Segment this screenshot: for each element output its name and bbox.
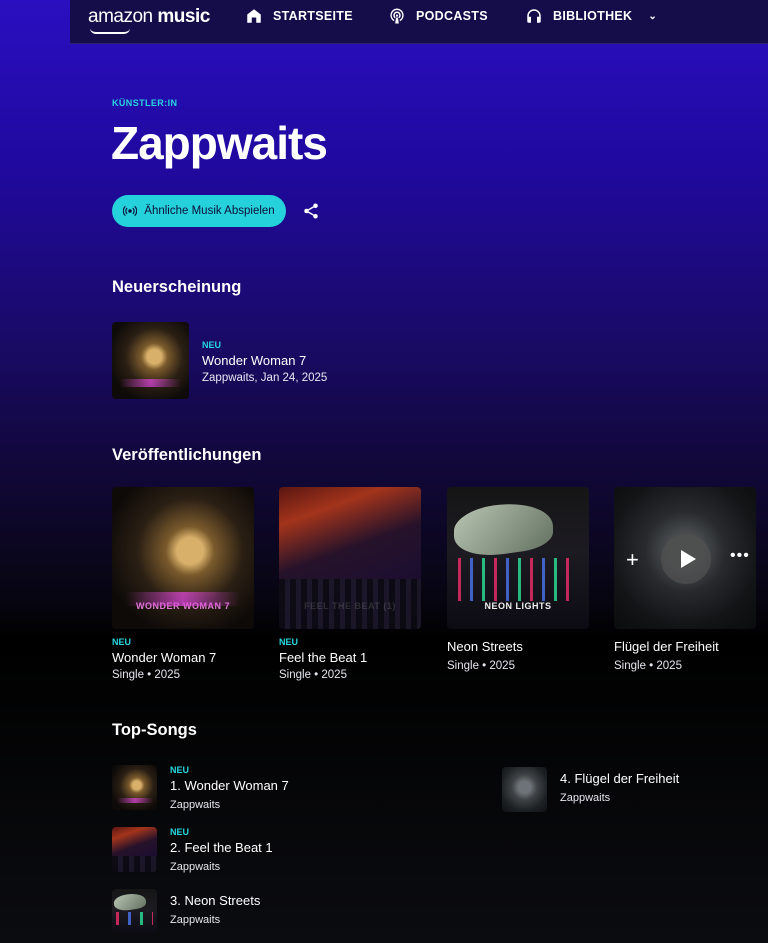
release-cover[interactable]: NEON LIGHTS xyxy=(447,487,589,629)
release-subtitle: Single • 2025 xyxy=(279,669,347,681)
new-release-title[interactable]: Wonder Woman 7 xyxy=(202,353,306,368)
song-artist[interactable]: Zappwaits xyxy=(170,799,220,811)
song-cover[interactable] xyxy=(502,767,547,812)
song-artist[interactable]: Zappwaits xyxy=(170,861,220,873)
nav-library[interactable]: BIBLIOTHEK ⌄ xyxy=(525,0,657,32)
artist-eyebrow: KÜNSTLER:IN xyxy=(112,98,178,108)
new-badge: NEU xyxy=(202,340,222,350)
release-subtitle: Single • 2025 xyxy=(614,660,682,672)
release-cover[interactable]: WONDER WOMAN 7 xyxy=(112,487,254,629)
nav-podcasts-label: PODCASTS xyxy=(416,9,488,23)
song-artist[interactable]: Zappwaits xyxy=(560,792,610,804)
release-cover[interactable]: FEEL THE BEAT (1) xyxy=(279,487,421,629)
new-badge: NEU xyxy=(170,765,190,775)
share-icon[interactable] xyxy=(302,202,320,220)
release-title[interactable]: Flügel der Freiheit xyxy=(614,639,719,654)
logo-product: music xyxy=(157,6,210,27)
song-title[interactable]: 4. Flügel der Freiheit xyxy=(560,771,679,786)
release-card[interactable]: WONDER WOMAN 7 NEU Wonder Woman 7 Single… xyxy=(112,487,254,681)
logo-brand: amazon xyxy=(88,6,153,27)
nav-home[interactable]: STARTSEITE xyxy=(245,0,353,32)
play-similar-music-button[interactable]: Ähnliche Musik Abspielen xyxy=(112,195,286,227)
release-subtitle: Single • 2025 xyxy=(447,660,515,672)
artist-name: Zappwaits xyxy=(111,117,328,169)
nav-home-label: STARTSEITE xyxy=(273,9,353,23)
broadcast-icon xyxy=(123,205,138,217)
song-title[interactable]: 1. Wonder Woman 7 xyxy=(170,778,289,793)
amazon-smile-icon xyxy=(90,28,130,34)
release-card[interactable]: NEON LIGHTS Neon Streets Single • 2025 xyxy=(447,487,589,672)
releases-heading: Veröffentlichungen xyxy=(112,446,262,464)
release-cover[interactable]: + ••• xyxy=(614,487,756,629)
new-release-subtitle: Zappwaits, Jan 24, 2025 xyxy=(202,372,328,384)
headphones-icon xyxy=(527,9,541,23)
release-title[interactable]: Wonder Woman 7 xyxy=(112,650,216,665)
release-card-hovered[interactable]: + ••• Flügel der Freiheit Single • 2025 xyxy=(614,487,768,672)
release-subtitle: Single • 2025 xyxy=(112,669,180,681)
home-icon xyxy=(247,9,261,23)
cover-text: NEON LIGHTS xyxy=(484,601,552,611)
play-button[interactable] xyxy=(661,534,711,584)
song-cover[interactable] xyxy=(112,889,157,934)
more-options-icon[interactable]: ••• xyxy=(730,547,750,565)
song-title[interactable]: 2. Feel the Beat 1 xyxy=(170,840,273,855)
nav-library-label: BIBLIOTHEK xyxy=(553,9,633,23)
amazon-music-logo[interactable]: amazon music xyxy=(88,6,210,34)
release-card[interactable]: FEEL THE BEAT (1) NEU Feel the Beat 1 Si… xyxy=(279,487,421,681)
podcast-icon xyxy=(390,8,404,24)
top-songs-heading: Top-Songs xyxy=(112,721,197,739)
new-release-heading: Neuerscheinung xyxy=(112,278,242,296)
new-badge: NEU xyxy=(279,637,299,647)
song-cover[interactable] xyxy=(112,765,157,810)
play-similar-label: Ähnliche Musik Abspielen xyxy=(144,205,275,217)
new-release-cover[interactable] xyxy=(112,322,189,399)
new-badge: NEU xyxy=(112,637,132,647)
song-cover[interactable] xyxy=(112,827,157,872)
chevron-down-icon: ⌄ xyxy=(648,10,658,22)
add-icon[interactable]: + xyxy=(626,547,639,573)
top-nav-bar: amazon music STARTSEITE PODCASTS BIBLIOT… xyxy=(70,0,768,44)
song-title[interactable]: 3. Neon Streets xyxy=(170,893,260,908)
new-badge: NEU xyxy=(170,827,190,837)
nav-podcasts[interactable]: PODCASTS xyxy=(388,0,488,32)
play-icon xyxy=(680,550,696,568)
release-title[interactable]: Feel the Beat 1 xyxy=(279,650,367,665)
cover-text: FEEL THE BEAT (1) xyxy=(304,601,396,611)
song-artist[interactable]: Zappwaits xyxy=(170,914,220,926)
cover-text: WONDER WOMAN 7 xyxy=(136,601,230,611)
release-title[interactable]: Neon Streets xyxy=(447,639,523,654)
